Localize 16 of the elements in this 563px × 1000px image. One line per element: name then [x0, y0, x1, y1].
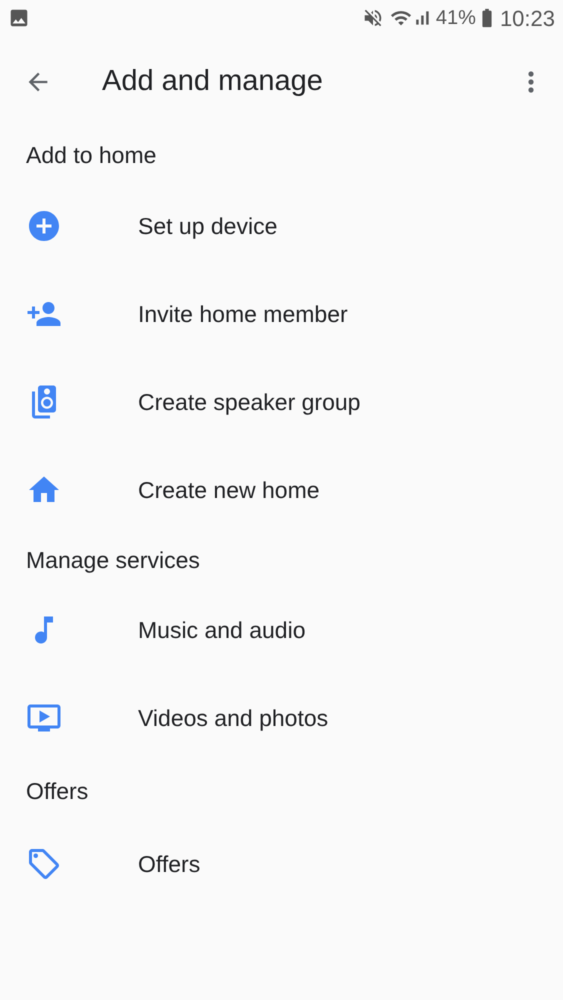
section-heading: Offers — [26, 776, 88, 806]
battery-percent: 41% — [436, 6, 476, 31]
menu-item[interactable]: Create new home — [0, 446, 563, 534]
image-icon — [8, 7, 30, 29]
menu-item[interactable]: Videos and photos — [0, 674, 563, 762]
menu-item[interactable]: Offers — [0, 820, 563, 908]
page-title: Add and manage — [102, 64, 324, 100]
menu-item[interactable]: Create speaker group — [0, 358, 563, 446]
clock-time: 10:23 — [500, 4, 555, 32]
more-vertical-icon — [528, 71, 534, 93]
menu-item[interactable]: Music and audio — [0, 586, 563, 674]
menu-item[interactable]: Invite home member — [0, 270, 563, 358]
menu-item[interactable]: Set up device — [0, 182, 563, 270]
tag-icon — [26, 846, 62, 882]
section-heading: Manage services — [26, 546, 200, 575]
section-heading: Add to home — [26, 140, 156, 170]
